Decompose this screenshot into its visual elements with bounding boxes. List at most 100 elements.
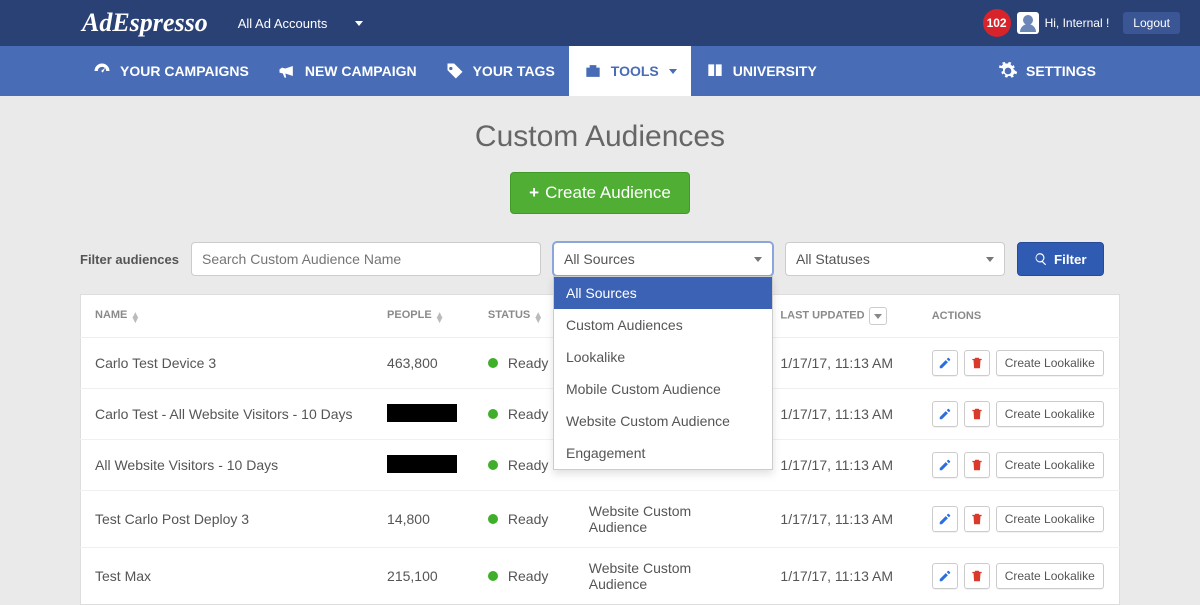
status-dot-icon: [488, 358, 498, 368]
chevron-down-icon: [669, 69, 677, 74]
create-lookalike-button[interactable]: Create Lookalike: [996, 401, 1104, 427]
cell-actions: Create Lookalike: [918, 548, 1120, 605]
cell-people: [373, 440, 474, 491]
trash-icon: [970, 458, 984, 472]
col-name[interactable]: NAME: [81, 295, 374, 338]
trash-icon: [970, 512, 984, 526]
account-selector[interactable]: All Ad Accounts: [238, 16, 364, 31]
cell-people: [373, 389, 474, 440]
trash-icon: [970, 356, 984, 370]
col-actions: ACTIONS: [918, 295, 1120, 338]
filter-button-label: Filter: [1054, 252, 1087, 267]
pencil-icon: [938, 407, 952, 421]
redacted-value: [387, 404, 457, 422]
avatar-icon[interactable]: [1017, 12, 1039, 34]
edit-button[interactable]: [932, 563, 958, 589]
delete-button[interactable]: [964, 563, 990, 589]
delete-button[interactable]: [964, 452, 990, 478]
create-button-label: Create Audience: [545, 183, 671, 202]
cell-name: Test Carlo Post Deploy 3: [81, 491, 374, 548]
trash-icon: [970, 569, 984, 583]
nav-settings[interactable]: SETTINGS: [984, 46, 1110, 96]
create-lookalike-button[interactable]: Create Lookalike: [996, 452, 1104, 478]
source-option[interactable]: All Sources: [554, 277, 772, 309]
nav-your-campaigns[interactable]: YOUR CAMPAIGNS: [78, 46, 263, 96]
chevron-down-icon: [986, 257, 994, 262]
cell-name: Carlo Test - All Website Visitors - 10 D…: [81, 389, 374, 440]
logout-button[interactable]: Logout: [1123, 12, 1180, 34]
content: Custom Audiences +Create Audience Filter…: [0, 96, 1200, 605]
source-option[interactable]: Lookalike: [554, 341, 772, 373]
cell-people: 14,800: [373, 491, 474, 548]
toolbox-icon: [583, 61, 603, 81]
topbar: AdEspresso All Ad Accounts 102 Hi, Inter…: [0, 0, 1200, 46]
filter-row: Filter audiences All Sources All Sources…: [80, 242, 1120, 276]
sort-icon: [533, 313, 543, 323]
cell-actions: Create Lookalike: [918, 491, 1120, 548]
create-lookalike-button[interactable]: Create Lookalike: [996, 350, 1104, 376]
nav-label: YOUR CAMPAIGNS: [120, 63, 249, 79]
pencil-icon: [938, 458, 952, 472]
nav-your-tags[interactable]: YOUR TAGS: [431, 46, 569, 96]
sort-menu-button[interactable]: [869, 307, 887, 325]
nav-label: UNIVERSITY: [733, 63, 817, 79]
nav-new-campaign[interactable]: NEW CAMPAIGN: [263, 46, 431, 96]
cell-name: All Website Visitors - 10 Days: [81, 440, 374, 491]
nav-university[interactable]: UNIVERSITY: [691, 46, 831, 96]
search-icon: [1034, 252, 1048, 266]
cell-updated: 1/17/17, 11:13 AM: [766, 491, 917, 548]
greeting: Hi, Internal !: [1045, 16, 1110, 30]
status-dot-icon: [488, 409, 498, 419]
delete-button[interactable]: [964, 506, 990, 532]
chevron-down-icon: [754, 257, 762, 262]
pencil-icon: [938, 569, 952, 583]
menubar: YOUR CAMPAIGNS NEW CAMPAIGN YOUR TAGS TO…: [0, 46, 1200, 96]
status-dot-icon: [488, 514, 498, 524]
cell-actions: Create Lookalike: [918, 440, 1120, 491]
delete-button[interactable]: [964, 401, 990, 427]
delete-button[interactable]: [964, 350, 990, 376]
trash-icon: [970, 407, 984, 421]
chevron-down-icon: [355, 21, 363, 26]
account-selector-label: All Ad Accounts: [238, 16, 328, 31]
cell-status: Ready: [474, 491, 575, 548]
cell-updated: 1/17/17, 11:13 AM: [766, 338, 917, 389]
sort-icon: [435, 313, 445, 323]
source-option[interactable]: Mobile Custom Audience: [554, 373, 772, 405]
source-dropdown: All Sources Custom Audiences Lookalike M…: [553, 276, 773, 470]
cell-name: Test Max: [81, 548, 374, 605]
source-option[interactable]: Website Custom Audience: [554, 405, 772, 437]
megaphone-icon: [277, 61, 297, 81]
nav-label: SETTINGS: [1026, 63, 1096, 79]
edit-button[interactable]: [932, 350, 958, 376]
cell-actions: Create Lookalike: [918, 389, 1120, 440]
cell-status: Ready: [474, 548, 575, 605]
cell-people: 463,800: [373, 338, 474, 389]
nav-label: TOOLS: [611, 63, 659, 79]
edit-button[interactable]: [932, 401, 958, 427]
nav-label: YOUR TAGS: [473, 63, 555, 79]
source-option[interactable]: Custom Audiences: [554, 309, 772, 341]
status-select[interactable]: All Statuses: [785, 242, 1005, 276]
edit-button[interactable]: [932, 452, 958, 478]
col-last-updated[interactable]: LAST UPDATED: [766, 295, 917, 338]
source-option[interactable]: Engagement: [554, 437, 772, 469]
filter-label: Filter audiences: [80, 252, 179, 267]
table-row: Test Max215,100ReadyWebsite Custom Audie…: [81, 548, 1120, 605]
create-audience-button[interactable]: +Create Audience: [510, 172, 690, 214]
notification-badge[interactable]: 102: [983, 9, 1011, 37]
col-people[interactable]: PEOPLE: [373, 295, 474, 338]
create-lookalike-button[interactable]: Create Lookalike: [996, 563, 1104, 589]
cell-people: 215,100: [373, 548, 474, 605]
edit-button[interactable]: [932, 506, 958, 532]
sort-icon: [130, 313, 140, 323]
filter-button[interactable]: Filter: [1017, 242, 1104, 276]
status-dot-icon: [488, 571, 498, 581]
source-select[interactable]: All Sources All Sources Custom Audiences…: [553, 242, 773, 276]
search-input[interactable]: [191, 242, 541, 276]
cell-name: Carlo Test Device 3: [81, 338, 374, 389]
nav-label: NEW CAMPAIGN: [305, 63, 417, 79]
status-dot-icon: [488, 460, 498, 470]
create-lookalike-button[interactable]: Create Lookalike: [996, 506, 1104, 532]
nav-tools[interactable]: TOOLS: [569, 46, 691, 96]
